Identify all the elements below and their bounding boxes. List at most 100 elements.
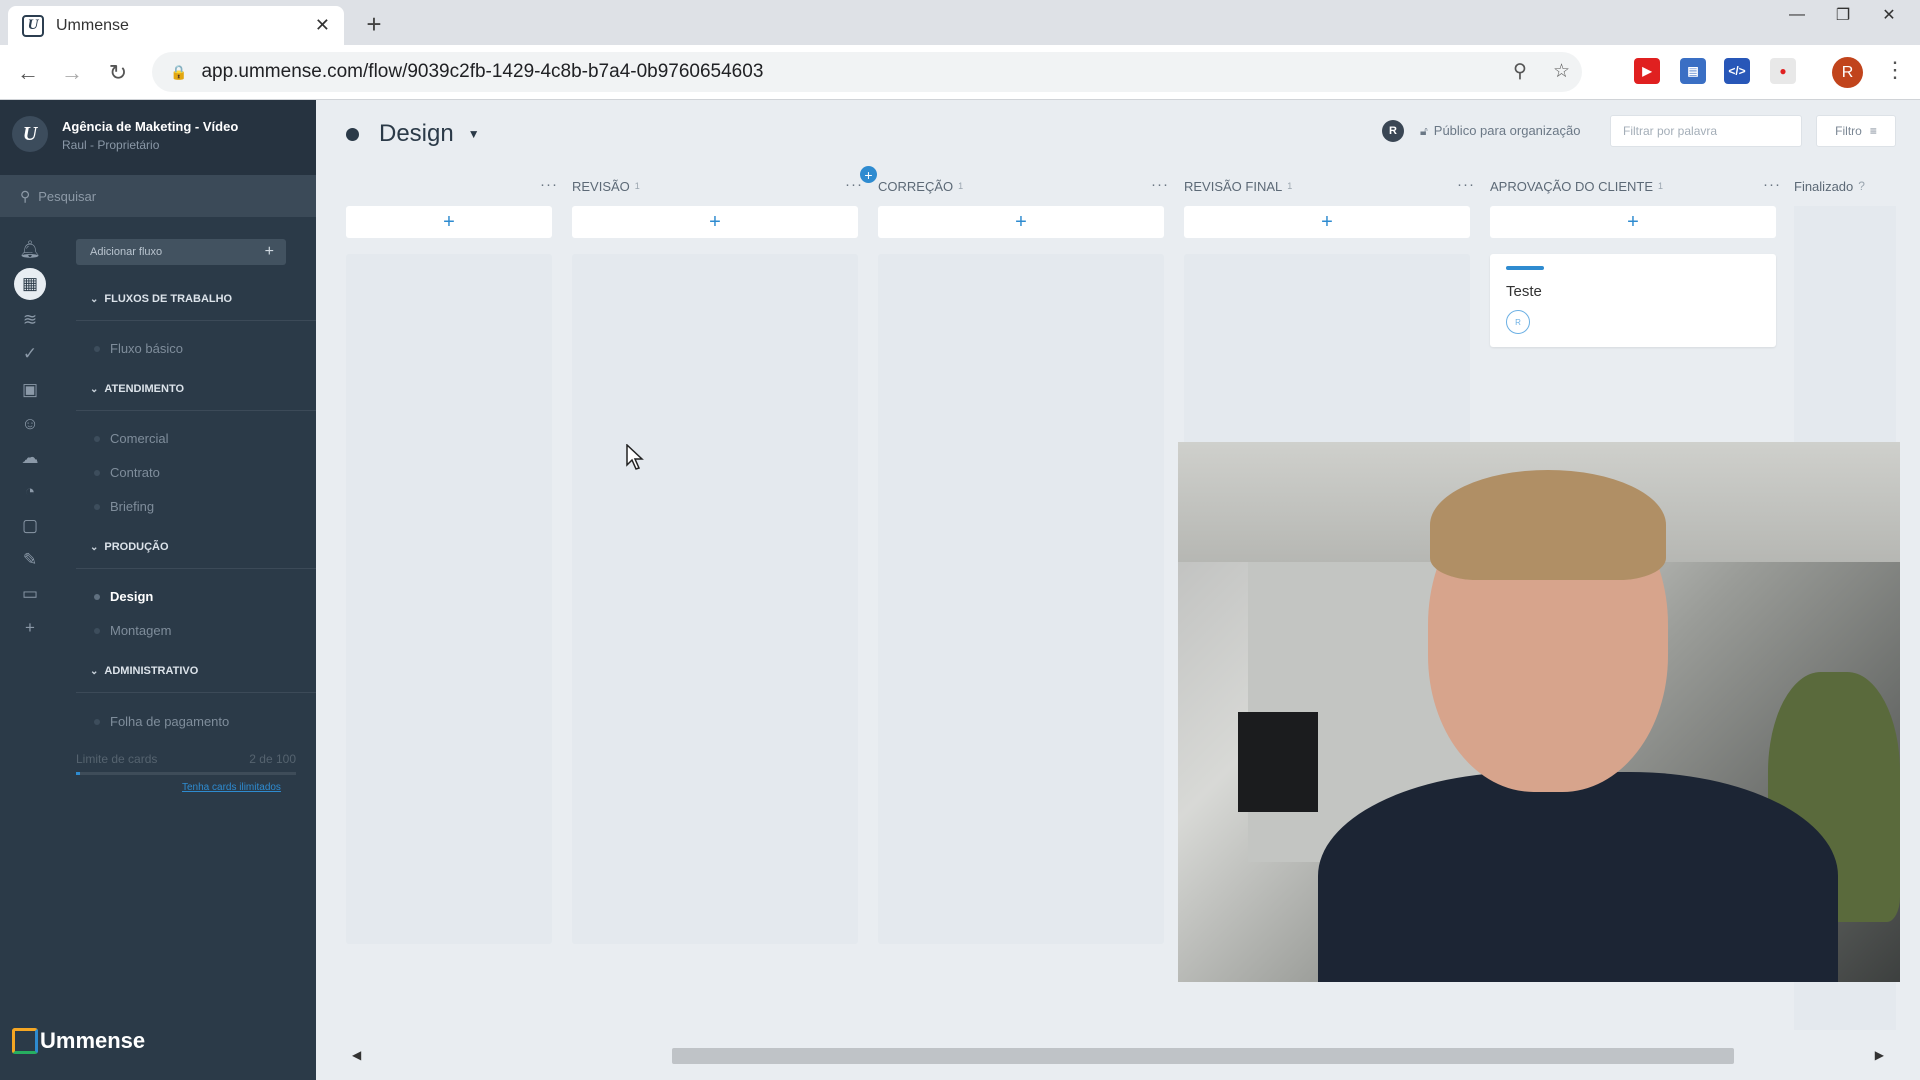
section-producao[interactable]: ⌄ PRODUÇÃO (90, 541, 169, 553)
chevron-down-icon: ⌄ (90, 666, 99, 677)
restore-button[interactable]: ❐ (1820, 0, 1866, 30)
section-atendimento[interactable]: ⌄ ATENDIMENTO (90, 383, 184, 395)
column-header-revisao[interactable]: REVISÃO 1 (572, 176, 640, 196)
close-window-button[interactable]: ✕ (1866, 0, 1912, 30)
status-dot (94, 435, 100, 442)
add-flow-label: Adicionar fluxo (90, 246, 163, 258)
new-tab-button[interactable]: + (358, 8, 390, 40)
calendar-icon[interactable]: ▣ (16, 376, 44, 404)
flow-item-design[interactable]: Design (94, 589, 153, 604)
column-header-revisao-final[interactable]: REVISÃO FINAL 1 (1184, 176, 1292, 196)
flow-item-fluxo-basico[interactable]: Fluxo básico (94, 341, 183, 356)
section-administrativo[interactable]: ⌄ ADMINISTRATIVO (90, 665, 198, 677)
add-column-icon[interactable]: + (860, 166, 877, 183)
url-text: app.ummense.com/flow/9039c2fb-1429-4c8b-… (201, 61, 764, 82)
board-title[interactable]: Design ▼ (346, 120, 480, 148)
address-bar[interactable]: 🔒 app.ummense.com/flow/9039c2fb-1429-4c8… (152, 52, 1582, 92)
chart-pie-icon[interactable]: ◔ (16, 478, 44, 506)
divider (76, 692, 316, 693)
browser-toolbar: ← → ↻ 🔒 app.ummense.com/flow/9039c2fb-14… (0, 45, 1920, 100)
visibility-toggle[interactable]: 🔓︎ Público para organização (1420, 123, 1581, 139)
browser-menu-icon[interactable]: ⋮ (1884, 57, 1906, 83)
browser-tab[interactable]: U Ummense ✕ (8, 6, 344, 45)
scrollbar-thumb[interactable] (672, 1048, 1734, 1064)
owner-avatar[interactable]: R (1382, 120, 1404, 142)
column-menu-icon[interactable]: ··· (1457, 176, 1475, 193)
org-role: - Proprietário (90, 138, 160, 152)
check-circle-icon[interactable]: ✓ (16, 340, 44, 368)
column-menu-icon[interactable]: ··· (1763, 176, 1781, 193)
add-icon[interactable]: + (16, 614, 44, 642)
add-card-button[interactable]: + (878, 206, 1164, 238)
scroll-right-icon[interactable]: ▶ (1875, 1048, 1884, 1062)
minimize-button[interactable]: — (1774, 0, 1820, 30)
scroll-left-icon[interactable]: ◀ (352, 1048, 361, 1062)
flow-item-montagem[interactable]: Montagem (94, 623, 171, 638)
money-icon[interactable]: ▭ (16, 580, 44, 608)
caret-down-icon[interactable]: ▼ (468, 127, 480, 141)
horizontal-scrollbar[interactable]: ◀ ▶ (316, 1044, 1920, 1068)
profile-avatar[interactable]: R (1832, 57, 1863, 88)
column-header-finalizado[interactable]: Finalizado? (1794, 176, 1865, 196)
app-sidebar: U Agência de Maketing - Vídeo Raul - Pro… (0, 100, 316, 1080)
bell-icon[interactable]: 🔔︎ (16, 236, 44, 264)
divider (76, 320, 316, 321)
add-card-button[interactable]: + (572, 206, 858, 238)
flow-item-comercial[interactable]: Comercial (94, 431, 169, 446)
org-user: Raul (62, 138, 87, 152)
limit-count: 2 de 100 (249, 752, 296, 766)
bookmark-star-icon[interactable]: ☆ (1553, 60, 1570, 83)
tab-close-icon[interactable]: ✕ (315, 15, 330, 36)
flow-item-briefing[interactable]: Briefing (94, 499, 154, 514)
add-card-button[interactable]: + (1184, 206, 1470, 238)
section-fluxos-de-trabalho[interactable]: ⌄ FLUXOS DE TRABALHO (90, 293, 232, 305)
search-placeholder: Pesquisar (38, 188, 97, 204)
flow-item-folha-de-pagamento[interactable]: Folha de pagamento (94, 714, 229, 729)
filter-button[interactable]: Filtro ≡ (1816, 115, 1896, 147)
zoom-icon[interactable]: ⚲ (1513, 60, 1527, 83)
wrench-icon[interactable]: ✎ (16, 546, 44, 574)
extension-icon[interactable]: ▤ (1680, 58, 1706, 84)
add-card-button[interactable]: + (1490, 206, 1776, 238)
column-menu-icon[interactable]: ··· (1151, 176, 1169, 193)
bag-icon[interactable]: ▢ (16, 512, 44, 540)
unlimited-cards-link[interactable]: Tenha cards ilimitados (182, 782, 281, 793)
reload-button[interactable]: ↻ (102, 57, 134, 89)
org-name: Agência de Maketing - Vídeo (62, 119, 239, 134)
column-lane (572, 254, 858, 944)
video-person (1318, 772, 1838, 982)
help-icon[interactable]: ? (1858, 179, 1865, 193)
video-person (1430, 470, 1666, 580)
brand-name: Ummense (40, 1028, 146, 1053)
code-extension-icon[interactable]: </> (1724, 58, 1750, 84)
record-extension-icon[interactable]: ● (1770, 58, 1796, 84)
card-assignee-avatar[interactable]: R (1506, 310, 1530, 334)
flow-item-label: Comercial (110, 431, 169, 446)
chevron-down-icon: ⌄ (90, 384, 99, 395)
flow-item-label: Design (110, 589, 154, 604)
filter-input[interactable]: Filtrar por palavra (1610, 115, 1802, 147)
back-button[interactable]: ← (12, 57, 44, 89)
cloud-icon[interactable]: ☁ (16, 444, 44, 472)
users-icon[interactable]: ☺ (16, 410, 44, 438)
ummense-logo-mark (12, 1028, 38, 1054)
card-item[interactable]: Teste R (1490, 254, 1776, 347)
add-card-button[interactable]: + (346, 206, 552, 238)
youtube-extension-icon[interactable]: ▶ (1634, 58, 1660, 84)
search-field[interactable]: ⚲ Pesquisar (0, 175, 316, 217)
card-title: Teste (1506, 283, 1542, 300)
column-header-correcao[interactable]: CORREÇÃO 1 (878, 176, 963, 196)
board-icon[interactable]: ▦ (14, 268, 46, 300)
column-menu-icon[interactable]: ··· (540, 176, 558, 193)
status-dot (94, 503, 100, 510)
webcam-video-overlay (1178, 442, 1900, 982)
limit-progress-bar (76, 772, 296, 775)
flow-item-contrato[interactable]: Contrato (94, 465, 160, 480)
layers-icon[interactable]: ≋ (16, 306, 44, 334)
video-background (1238, 712, 1318, 812)
column-header-aprovacao-do-cliente[interactable]: APROVAÇÃO DO CLIENTE 1 (1490, 176, 1663, 196)
tab-title: Ummense (56, 16, 129, 34)
add-flow-button[interactable]: Adicionar fluxo + (76, 239, 286, 265)
org-header[interactable]: U Agência de Maketing - Vídeo Raul - Pro… (0, 100, 316, 175)
forward-button[interactable]: → (56, 57, 88, 89)
